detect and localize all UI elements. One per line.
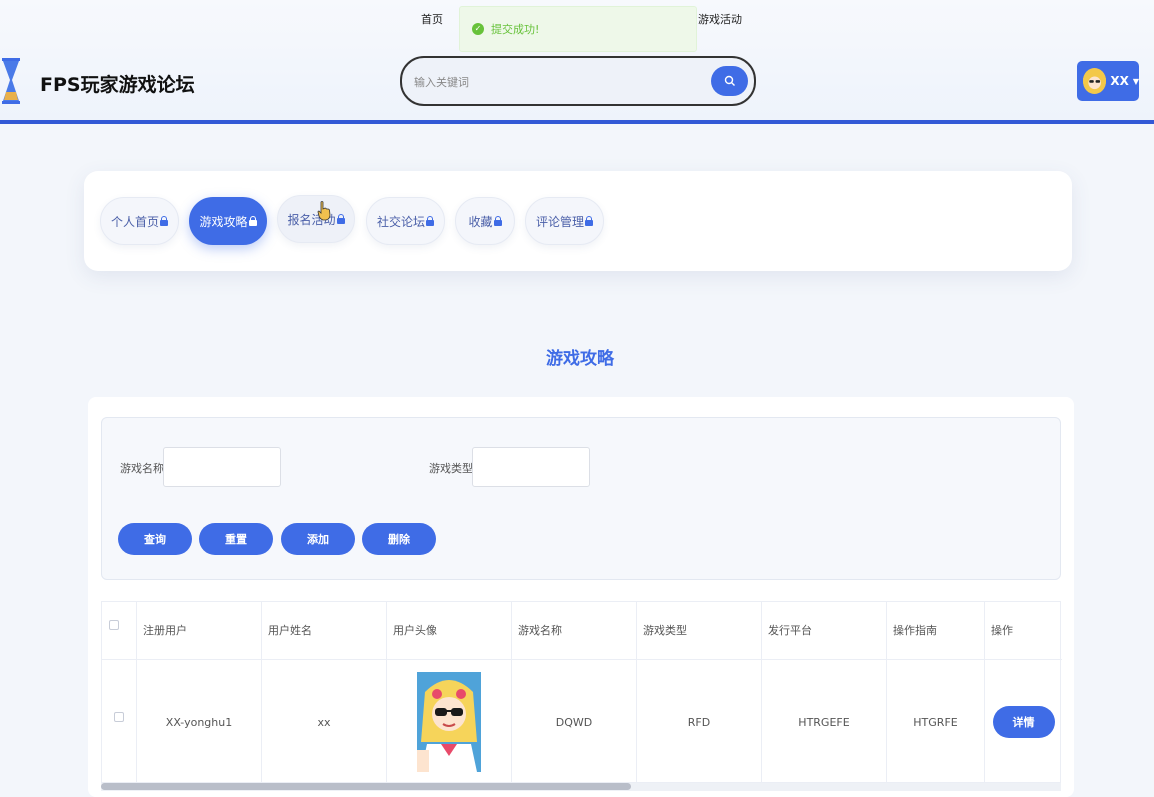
site-title: FPS玩家游戏论坛 [40, 74, 195, 96]
lock-icon [585, 216, 593, 226]
cell-username: XX-yonghu1 [137, 660, 262, 784]
column-header: 游戏类型 [637, 602, 762, 660]
search-button[interactable] [711, 66, 748, 96]
search-icon [724, 75, 735, 86]
lock-icon [493, 216, 502, 226]
add-button[interactable]: 添加 [281, 523, 355, 555]
select-all-cell [102, 602, 137, 660]
game-type-label: 游戏类型 [429, 462, 473, 475]
column-header: 操作指南 [887, 602, 985, 660]
avatar-illustration-icon [417, 672, 481, 772]
toast-message: 提交成功! [491, 23, 540, 36]
row-select-cell [102, 660, 137, 784]
hourglass-logo-icon [2, 58, 20, 104]
cell-guide: HTGRFE [887, 660, 985, 784]
user-menu-button[interactable]: XX ▼ [1077, 61, 1139, 101]
column-header: 操作 [985, 602, 1062, 660]
tab-card: 个人首页 游戏攻略 报名活动 社交论坛 收藏 评论管理 [84, 171, 1072, 271]
filter-box [101, 417, 1061, 580]
column-header: 发行平台 [762, 602, 887, 660]
tab-label: 收藏 [468, 214, 493, 229]
username: XX [1110, 74, 1129, 88]
row-checkbox[interactable] [114, 712, 124, 722]
lock-icon [426, 216, 434, 226]
tab-favorites[interactable]: 收藏 [455, 197, 515, 245]
lock-icon [160, 216, 168, 226]
search-box [400, 56, 756, 106]
caret-down-icon: ▼ [1132, 76, 1139, 86]
cell-game-type: RFD [637, 660, 762, 784]
nav-activity-link[interactable]: 游戏活动 [698, 11, 742, 27]
column-header: 用户姓名 [262, 602, 387, 660]
data-table: 注册用户 用户姓名 用户头像 游戏名称 游戏类型 发行平台 操作指南 操作 XX… [101, 601, 1062, 784]
tab-comment-management[interactable]: 评论管理 [525, 197, 604, 245]
avatar [1083, 68, 1107, 94]
nav-home-link[interactable]: 首页 [421, 11, 443, 27]
select-all-checkbox[interactable] [109, 620, 119, 630]
success-toast: ✓ 提交成功! [459, 6, 697, 52]
reset-button[interactable]: 重置 [199, 523, 273, 555]
hand-cursor-icon [317, 201, 331, 221]
detail-button[interactable]: 详情 [992, 706, 1055, 738]
cell-platform: HTRGEFE [762, 660, 887, 784]
query-button[interactable]: 查询 [118, 523, 192, 555]
tab-social-forum[interactable]: 社交论坛 [366, 197, 445, 245]
game-name-input[interactable] [163, 447, 281, 487]
column-header: 游戏名称 [512, 602, 637, 660]
avatar-face-icon [1083, 69, 1107, 93]
tab-label: 评论管理 [535, 214, 584, 229]
cell-game-name: DQWD [512, 660, 637, 784]
game-type-input[interactable] [472, 447, 590, 487]
game-name-label: 游戏名称 [120, 462, 164, 475]
tab-label: 社交论坛 [376, 214, 425, 229]
cell-avatar [387, 660, 512, 784]
column-header: 用户头像 [387, 602, 512, 660]
search-input[interactable] [414, 72, 694, 92]
section-title: 游戏攻略 [546, 349, 614, 369]
lock-icon [336, 214, 345, 224]
delete-button[interactable]: 删除 [362, 523, 436, 555]
tab-game-guide[interactable]: 游戏攻略 [189, 197, 267, 245]
cell-action: 详情 [985, 660, 1062, 784]
tab-label: 游戏攻略 [199, 214, 248, 229]
tab-event-signup[interactable]: 报名活动 [277, 195, 355, 243]
lock-icon [248, 216, 257, 226]
check-circle-icon: ✓ [472, 23, 484, 35]
tab-personal-home[interactable]: 个人首页 [100, 197, 179, 245]
user-avatar-image [417, 672, 481, 772]
tab-label: 个人首页 [110, 214, 159, 229]
horizontal-scrollbar-thumb[interactable] [101, 783, 631, 790]
column-header: 注册用户 [137, 602, 262, 660]
cell-name: xx [262, 660, 387, 784]
